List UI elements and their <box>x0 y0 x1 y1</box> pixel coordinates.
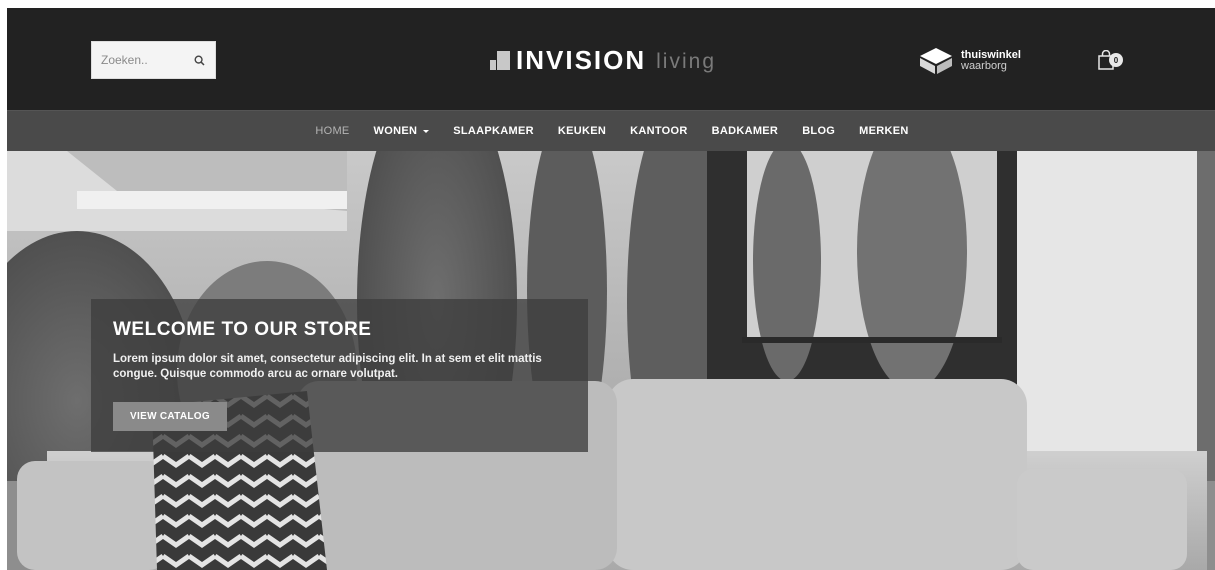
nav-label: KEUKEN <box>557 125 607 137</box>
cart-button[interactable]: 0 <box>1097 50 1129 72</box>
header: INVISION living thuiswinkel waarborg 0 <box>7 8 1215 110</box>
nav-label: WONEN <box>373 125 418 137</box>
nav-label: HOME <box>315 125 350 137</box>
search-box <box>91 41 216 79</box>
nav-label: BLOG <box>802 125 836 137</box>
nav-label: MERKEN <box>859 125 909 137</box>
nav-item-merken[interactable]: MERKEN <box>859 125 908 137</box>
nav-item-slaapkamer[interactable]: SLAAPKAMER <box>453 125 534 137</box>
nav-item-kantoor[interactable]: KANTOOR <box>630 125 688 137</box>
logo-text: INVISION <box>516 44 647 75</box>
nav-label: SLAAPKAMER <box>453 125 534 137</box>
nav-label: KANTOOR <box>630 125 688 137</box>
hero-banner: WELCOME TO OUR STORE Lorem ipsum dolor s… <box>91 299 588 452</box>
logo-subtext: living <box>656 49 716 73</box>
hero-title: WELCOME TO OUR STORE <box>113 319 372 340</box>
site: INVISION living thuiswinkel waarborg 0 H <box>7 8 1215 570</box>
search-icon[interactable] <box>184 42 214 78</box>
cart-count: 0 <box>1109 53 1123 67</box>
hero-text: Lorem ipsum dolor sit amet, consectetur … <box>113 353 542 380</box>
nav-item-badkamer[interactable]: BADKAMER <box>712 125 779 137</box>
nav-label: BADKAMER <box>711 125 779 137</box>
search-input[interactable] <box>92 42 184 78</box>
thuiswinkel-badge[interactable]: thuiswinkel waarborg <box>919 46 1021 76</box>
thuiswinkel-icon <box>920 48 952 74</box>
badge-line2: waarborg <box>961 60 1007 72</box>
chevron-down-icon <box>423 130 430 133</box>
main-nav: HOME WONEN SLAAPKAMER KEUKEN KANTOOR BAD… <box>7 110 1215 151</box>
nav-item-wonen[interactable]: WONEN <box>374 125 430 137</box>
nav-item-blog[interactable]: BLOG <box>802 125 835 137</box>
nav-item-home[interactable]: HOME <box>315 125 349 137</box>
logo-mark-icon <box>490 50 510 70</box>
logo[interactable]: INVISION living <box>490 44 716 76</box>
nav-item-keuken[interactable]: KEUKEN <box>558 125 606 137</box>
hero-slider: WELCOME TO OUR STORE Lorem ipsum dolor s… <box>7 151 1215 570</box>
view-catalog-button[interactable]: VIEW CATALOG <box>113 402 227 431</box>
